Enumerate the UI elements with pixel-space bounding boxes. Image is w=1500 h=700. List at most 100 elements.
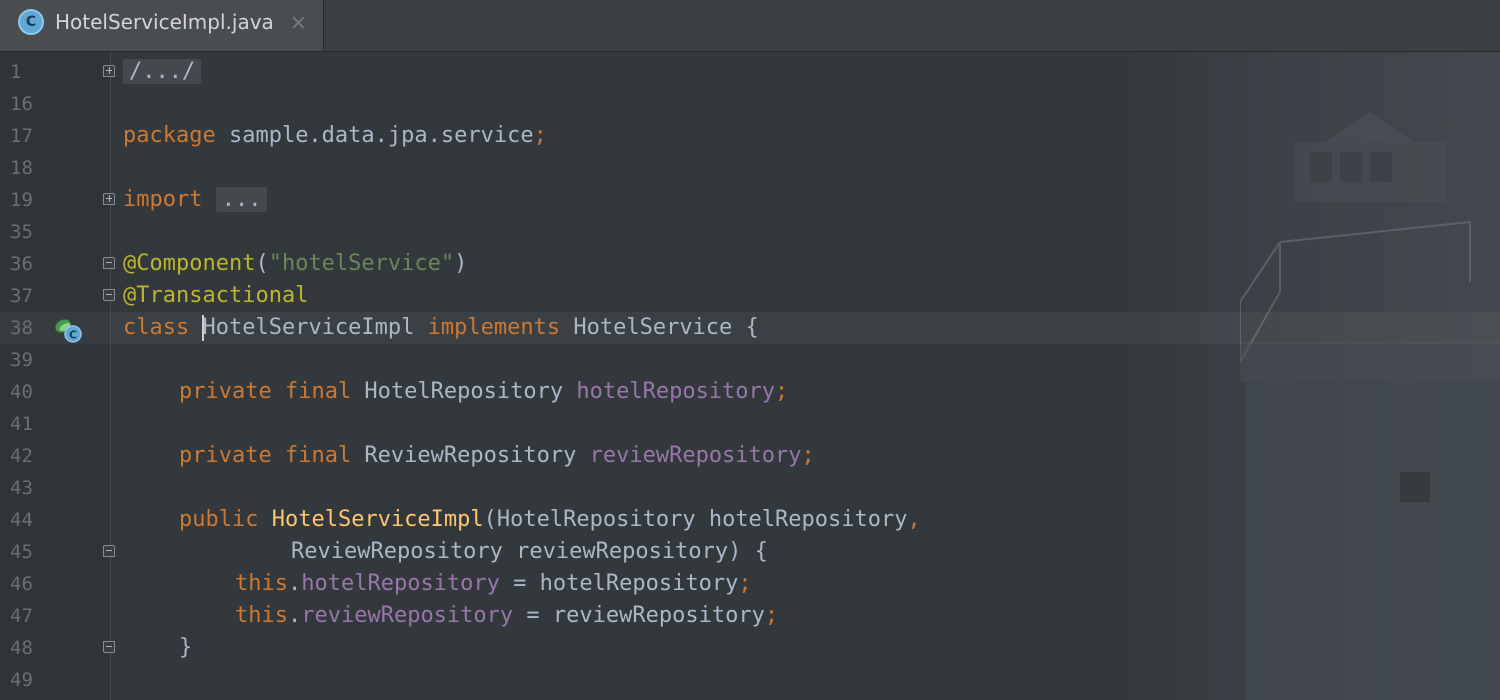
annotation: @Component (123, 251, 256, 276)
line-number: 47 (10, 605, 33, 627)
type-name: ReviewRepository (351, 443, 590, 468)
folded-comment[interactable]: /.../ (123, 59, 202, 84)
line-number: 48 (10, 637, 33, 659)
code-text: } (179, 632, 192, 664)
semicolon: ; (801, 443, 815, 468)
folded-imports[interactable]: ... (215, 187, 268, 212)
constructor-name: HotelServiceImpl (271, 507, 484, 532)
tab-bar: C HotelServiceImpl.java × (0, 0, 1500, 52)
keyword: import (123, 187, 203, 212)
keyword: package (123, 123, 216, 148)
fold-collapse-icon[interactable] (103, 257, 115, 269)
semicolon: ; (775, 379, 789, 404)
assignment: = hotelRepository (499, 571, 739, 596)
code-line: 16 (0, 88, 1500, 120)
keyword: this (235, 571, 288, 596)
code-text: @Component("hotelService") (123, 248, 467, 280)
code-text: @Transactional (123, 280, 308, 312)
code-line: 35 (0, 216, 1500, 248)
code-line: 1 /.../ (0, 56, 1500, 88)
code-line-current: 38 C class HotelServiceImpl implements H… (0, 312, 1500, 344)
code-line: 17 package sample.data.jpa.service; (0, 120, 1500, 152)
keyword: this (235, 603, 288, 628)
code-editor[interactable]: 1 /.../ 16 17 package sample.data.jpa.se… (0, 52, 1500, 700)
line-number: 40 (10, 381, 33, 403)
field-name: hotelRepository (576, 379, 776, 404)
field-name: reviewRepository (301, 603, 514, 628)
line-number: 16 (10, 93, 33, 115)
paren: ) (454, 251, 468, 276)
string-literal: "hotelService" (268, 251, 455, 276)
fold-expand-icon[interactable] (103, 65, 115, 77)
line-number: 18 (10, 157, 33, 179)
semicolon: ; (738, 571, 752, 596)
line-number: 46 (10, 573, 33, 595)
code-line: 44 public HotelServiceImpl(HotelReposito… (0, 504, 1500, 536)
fold-collapse-icon[interactable] (103, 641, 115, 653)
code-line: 36 @Component("hotelService") (0, 248, 1500, 280)
keyword: implements (427, 315, 561, 340)
code-text: public HotelServiceImpl(HotelRepository … (179, 504, 921, 536)
line-number: 17 (10, 125, 33, 147)
fold-expand-icon[interactable] (103, 193, 115, 205)
field-name: hotelRepository (301, 571, 500, 596)
line-number: 44 (10, 509, 33, 531)
line-number: 38 (10, 317, 33, 339)
line-number: 1 (10, 61, 22, 83)
interface-name: HotelService { (560, 315, 759, 340)
paren: ( (255, 251, 269, 276)
class-name: HotelServiceImpl (202, 315, 415, 340)
code-line: 18 (0, 152, 1500, 184)
code-text: class HotelServiceImpl implements HotelS… (123, 312, 759, 344)
code-line: 43 (0, 472, 1500, 504)
line-number: 19 (10, 189, 33, 211)
code-text: this.hotelRepository = hotelRepository; (235, 568, 752, 600)
parameters: (HotelRepository hotelRepository (483, 507, 908, 532)
code-line: 45 ReviewRepository reviewRepository) { (0, 536, 1500, 568)
line-number: 42 (10, 445, 33, 467)
code-line: 47 this.reviewRepository = reviewReposit… (0, 600, 1500, 632)
code-line: 39 (0, 344, 1500, 376)
annotation: @Transactional (123, 283, 309, 308)
type-name: HotelRepository (351, 379, 577, 404)
svg-text:C: C (69, 329, 77, 342)
code-line: 48 } (0, 632, 1500, 664)
closing-brace: } (179, 635, 193, 660)
keyword: class (123, 315, 190, 340)
code-text: package sample.data.jpa.service; (123, 120, 547, 152)
line-number: 36 (10, 253, 33, 275)
class-icon: C (18, 9, 44, 35)
implements-interface-icon[interactable]: C (54, 317, 82, 343)
field-name: reviewRepository (589, 443, 802, 468)
comma: , (907, 507, 921, 532)
line-number: 37 (10, 285, 33, 307)
fold-collapse-icon[interactable] (103, 289, 115, 301)
code-text: private final HotelRepository hotelRepos… (179, 376, 788, 408)
code-line: 19 import ... (0, 184, 1500, 216)
package-name: sample.data.jpa.service (215, 123, 534, 148)
dot: . (287, 603, 302, 628)
code-line: 40 private final HotelRepository hotelRe… (0, 376, 1500, 408)
tab-title: HotelServiceImpl.java (55, 10, 274, 34)
code-line: 42 private final ReviewRepository review… (0, 440, 1500, 472)
code-text: private final ReviewRepository reviewRep… (179, 440, 815, 472)
keyword: private final (179, 443, 352, 468)
line-number: 39 (10, 349, 33, 371)
line-number: 41 (10, 413, 33, 435)
keyword: public (179, 507, 259, 532)
code-line: 41 (0, 408, 1500, 440)
line-number: 43 (10, 477, 33, 499)
tab-hotelserviceimpl[interactable]: C HotelServiceImpl.java × (0, 0, 324, 51)
fold-collapse-icon[interactable] (103, 545, 115, 557)
parameters: ReviewRepository reviewRepository) { (291, 539, 768, 564)
line-number: 49 (10, 669, 33, 691)
code-line: 46 this.hotelRepository = hotelRepositor… (0, 568, 1500, 600)
code-text: this.reviewRepository = reviewRepository… (235, 600, 778, 632)
assignment: = reviewRepository (513, 603, 765, 628)
code-line: 37 @Transactional (0, 280, 1500, 312)
code-text: ReviewRepository reviewRepository) { (291, 536, 768, 568)
line-number: 45 (10, 541, 33, 563)
code-line: 49 (0, 664, 1500, 696)
code-text: import ... (123, 184, 268, 216)
close-icon[interactable]: × (290, 9, 307, 35)
